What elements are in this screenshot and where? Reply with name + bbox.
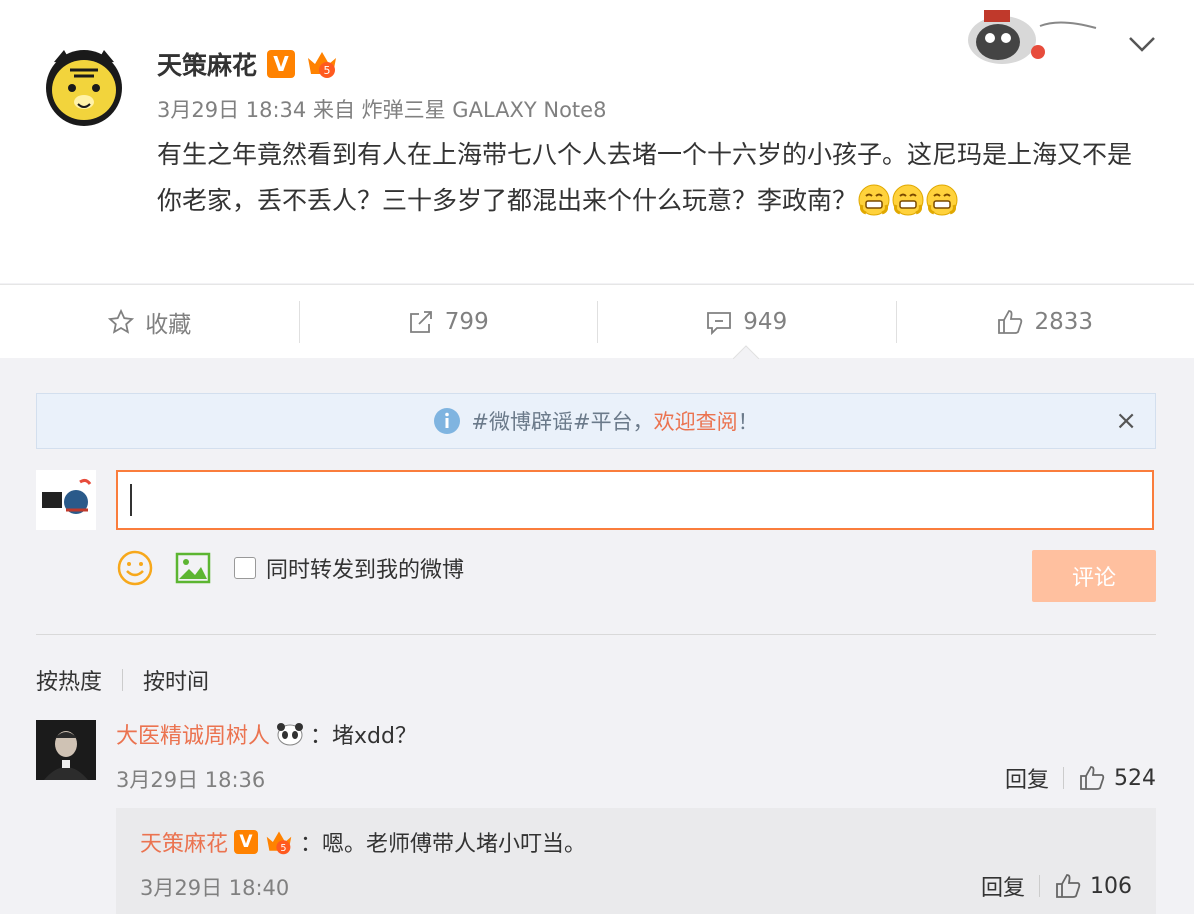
username[interactable]: 天策麻花 [157, 46, 257, 82]
sort-separator [122, 669, 124, 691]
ops-separator [1063, 767, 1064, 789]
verified-badge-icon: V [267, 50, 296, 78]
repost-button[interactable]: 799 [298, 285, 598, 358]
post-meta: 3月29日 18:34 来自 炸弹三星 GALAXY Note8 [157, 98, 607, 122]
repost-checkbox-label[interactable]: 同时转发到我的微博 [234, 552, 464, 584]
grin-emoji-icon [858, 184, 890, 216]
reply-line: 天策麻花 V 5 ：嗯。老师傅带人堵小叮当。 [140, 826, 586, 858]
repost-count: 799 [444, 308, 489, 335]
comment-caret [733, 345, 759, 359]
user-avatar[interactable] [40, 42, 128, 130]
grin-emoji-icon [926, 184, 958, 216]
verified-badge-icon: V [234, 830, 259, 854]
image-icon[interactable] [174, 549, 212, 587]
comment-input[interactable] [116, 470, 1154, 530]
repost-checkbox[interactable] [234, 557, 256, 579]
smiley-icon[interactable] [116, 549, 154, 587]
notice-link[interactable]: 欢迎查阅 [654, 410, 738, 434]
info-icon [434, 408, 461, 434]
svg-text:5: 5 [324, 64, 331, 77]
ops-separator [1039, 875, 1040, 897]
svg-text:5: 5 [280, 843, 286, 854]
star-icon [108, 308, 135, 334]
chevron-down-icon[interactable] [1126, 32, 1158, 56]
sort-by-hot[interactable]: 按热度 [36, 664, 102, 696]
post-card: 天策麻花 V 5 3月29日 18:34 来自 炸弹三星 GALAXY Note… [0, 0, 1194, 283]
divider [36, 634, 1156, 635]
vip-crown-icon: 5 [266, 831, 292, 855]
comment-ops: 回复 524 [1005, 762, 1156, 794]
like-icon [998, 309, 1023, 334]
repost-icon [409, 310, 432, 333]
post-author: 天策麻花 V 5 [157, 46, 339, 82]
vip-crown-icon: 5 [308, 52, 337, 78]
grin-emoji-icon [892, 184, 924, 216]
commenter-avatar[interactable] [36, 720, 96, 780]
rumor-notice: #微博辟谣#平台，欢迎查阅！ × [36, 393, 1156, 449]
comment-line: 大医精诚周树人 ：堵xdd？ [116, 718, 417, 750]
post-actions: 收藏 799 949 2833 [0, 284, 1194, 358]
emoji-group [857, 184, 959, 216]
close-icon[interactable]: × [1115, 406, 1137, 436]
comment-time: 3月29日 18:36 [116, 768, 266, 792]
like-icon[interactable] [1054, 872, 1082, 900]
comment-like-count: 524 [1114, 765, 1156, 791]
comment-sort: 按热度 按时间 [36, 664, 209, 696]
notice-suffix: ！ [737, 410, 759, 434]
post-text: 有生之年竟然看到有人在上海带七八个人去堵一个十六岁的小孩子。这尼玛是上海又不是你… [157, 140, 1133, 215]
reply-button[interactable]: 回复 [981, 870, 1025, 902]
comment-icon [707, 311, 732, 335]
favorite-button[interactable]: 收藏 [0, 285, 299, 358]
text-cursor [130, 484, 132, 516]
post-content: 有生之年竟然看到有人在上海带七八个人去堵一个十六岁的小孩子。这尼玛是上海又不是你… [157, 132, 1147, 224]
panda-icon [277, 723, 304, 746]
reply-button[interactable]: 回复 [1005, 762, 1049, 794]
reply-like-count: 106 [1090, 873, 1132, 899]
like-count: 2833 [1034, 308, 1094, 335]
repost-label: 同时转发到我的微博 [266, 558, 465, 583]
favorite-label: 收藏 [145, 311, 192, 338]
reply-ops: 回复 106 [981, 870, 1132, 902]
comment-text: ：堵xdd？ [310, 724, 417, 749]
reply-text: ：嗯。老师傅带人堵小叮当。 [300, 832, 587, 857]
submit-comment-button[interactable]: 评论 [1032, 550, 1156, 602]
my-avatar[interactable] [36, 470, 96, 530]
commenter-name[interactable]: 大医精诚周树人 [116, 718, 270, 750]
reply-time: 3月29日 18:40 [140, 876, 290, 900]
replier-name[interactable]: 天策麻花 [140, 826, 228, 858]
reply-box: 天策麻花 V 5 ：嗯。老师傅带人堵小叮当。 3月29日 18:40 回复 10… [116, 808, 1156, 914]
composer-tools: 同时转发到我的微博 [116, 548, 464, 588]
comment-count: 949 [743, 308, 788, 335]
sort-by-time[interactable]: 按时间 [143, 664, 209, 696]
like-icon[interactable] [1078, 764, 1106, 792]
like-button[interactable]: 2833 [895, 285, 1194, 358]
notice-text: #微博辟谣#平台， [471, 410, 654, 434]
banner-cat-icon [968, 10, 1097, 64]
